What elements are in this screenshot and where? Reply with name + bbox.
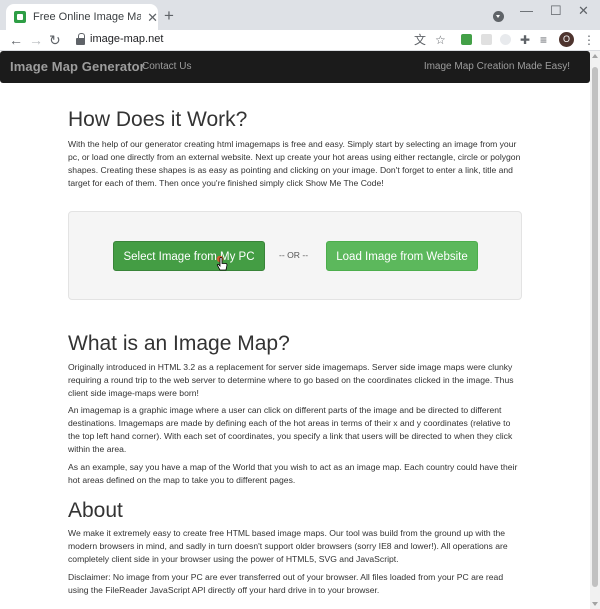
what-heading: What is an Image Map? bbox=[68, 332, 290, 355]
about-heading: About bbox=[68, 499, 123, 522]
what-paragraph-1: Originally introduced in HTML 3.2 as a r… bbox=[68, 362, 514, 398]
load-image-website-button[interactable]: Load Image from Website bbox=[326, 241, 478, 271]
tab-search-icon[interactable] bbox=[493, 11, 504, 22]
how-paragraph: With the help of our generator creating … bbox=[68, 139, 521, 188]
bookmark-star-icon[interactable]: ☆ bbox=[435, 33, 446, 47]
translate-icon[interactable]: 文 bbox=[414, 33, 426, 47]
scroll-up-arrow-icon[interactable] bbox=[592, 54, 598, 58]
new-tab-button[interactable]: + bbox=[164, 7, 174, 24]
scrollbar-thumb[interactable] bbox=[592, 67, 598, 587]
tab-title: Free Online Image Map Generator bbox=[33, 11, 142, 23]
maximize-button[interactable]: ☐ bbox=[550, 4, 562, 17]
window-close-button[interactable]: ✕ bbox=[578, 4, 589, 17]
browser-tab[interactable]: Free Online Image Map Generator ✕ bbox=[6, 4, 158, 30]
how-heading: How Does it Work? bbox=[68, 108, 248, 131]
scroll-down-arrow-icon[interactable] bbox=[592, 602, 598, 606]
back-arrow-icon[interactable]: ← bbox=[9, 31, 23, 49]
profile-avatar[interactable]: O bbox=[559, 32, 574, 47]
address-bar-url[interactable]: image-map.net bbox=[90, 33, 163, 45]
what-paragraph-2: An imagemap is a graphic image where a u… bbox=[68, 405, 513, 454]
extensions-puzzle-icon[interactable]: ✚ bbox=[520, 33, 530, 47]
browser-menu-icon[interactable]: ⋮ bbox=[583, 33, 595, 47]
tab-close-icon[interactable]: ✕ bbox=[147, 11, 158, 24]
about-paragraph-2: Disclaimer: No image from your PC are ev… bbox=[68, 572, 504, 595]
extension-green-icon[interactable] bbox=[461, 34, 472, 45]
extension-round-icon[interactable] bbox=[500, 34, 511, 45]
page-scrollbar[interactable] bbox=[590, 51, 600, 609]
browser-toolbar: ← → ↻ image-map.net 文 ☆ ✚ ≡ O ⋮ bbox=[0, 30, 600, 51]
site-favicon-icon bbox=[14, 11, 26, 23]
or-separator: -- OR -- bbox=[279, 250, 309, 260]
site-brand[interactable]: Image Map Generator bbox=[10, 59, 145, 74]
select-image-pc-button[interactable]: Select Image from My PC bbox=[113, 241, 265, 271]
nav-contact-link[interactable]: Contact Us bbox=[142, 61, 191, 72]
reading-list-icon[interactable]: ≡ bbox=[540, 33, 547, 47]
browser-tab-strip: Free Online Image Map Generator ✕ + — ☐ … bbox=[0, 0, 600, 30]
reload-icon[interactable]: ↻ bbox=[49, 31, 61, 49]
about-paragraph-1: We make it extremely easy to create free… bbox=[68, 528, 508, 564]
lock-icon[interactable] bbox=[76, 33, 85, 45]
site-tagline: Image Map Creation Made Easy! bbox=[423, 61, 570, 72]
site-navbar: Image Map Generator Contact Us Image Map… bbox=[0, 51, 590, 83]
image-source-panel: Select Image from My PC -- OR -- Load Im… bbox=[68, 211, 522, 300]
forward-arrow-icon[interactable]: → bbox=[29, 31, 43, 49]
what-paragraph-3: As an example, say you have a map of the… bbox=[68, 462, 518, 485]
extension-grey-icon[interactable] bbox=[481, 34, 492, 45]
minimize-button[interactable]: — bbox=[520, 4, 533, 17]
hand-cursor-icon bbox=[216, 256, 228, 271]
